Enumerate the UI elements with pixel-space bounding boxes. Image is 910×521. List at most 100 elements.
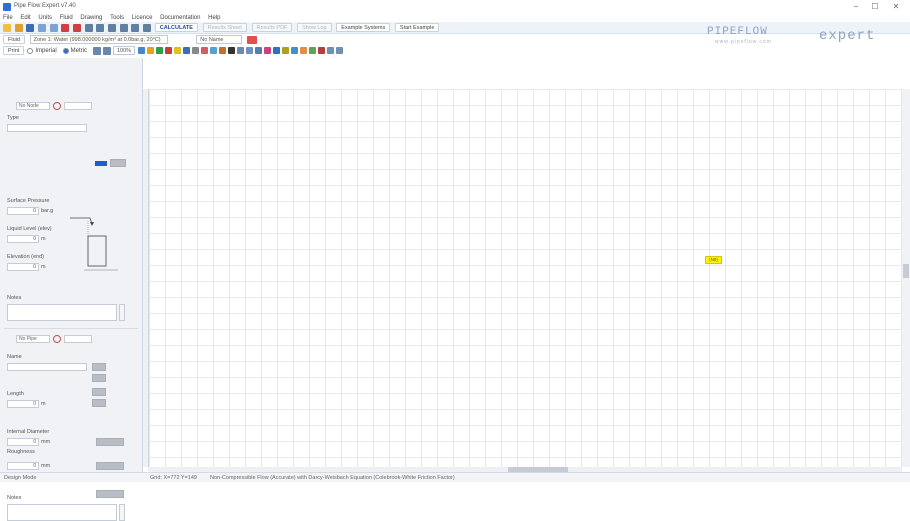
right-arrow-icon[interactable] [336,47,343,54]
export-icon[interactable] [143,23,152,32]
open-folder-icon[interactable] [14,23,23,32]
pipe-tool-icon[interactable] [147,47,154,54]
pipe-locate-icon[interactable] [53,335,61,343]
canvas-node[interactable]: (N6) [705,256,722,264]
image-icon[interactable] [246,47,253,54]
print-units-zoom-row: Print Imperial Metric 100% [3,46,345,56]
liquid-level-input[interactable]: 0 [7,235,39,243]
pipe-selector[interactable]: No Pipe [16,335,50,343]
node-notes-input[interactable] [7,304,117,321]
zoom-in-icon[interactable] [93,46,101,55]
pipe-name-input[interactable] [7,363,87,371]
node-selector[interactable]: No Node [16,102,50,110]
paste-icon[interactable] [96,23,105,32]
fluid-button[interactable]: Fluid [3,35,25,44]
results-pdf-button[interactable]: Results PDF [251,23,293,32]
surface-pressure-input[interactable]: 0 [7,207,39,215]
node-notes-scrollbar[interactable] [119,304,125,321]
metric-radio-icon[interactable] [62,47,69,54]
title-bar: Pipe Flow Expert v7.40 – ☐ ✕ [0,0,910,14]
node-id-field[interactable] [64,102,92,110]
delete-icon[interactable] [61,23,70,32]
roughness-input[interactable]: 0 [7,462,39,470]
color-icon[interactable] [264,47,271,54]
zoom-out-icon[interactable] [103,46,111,55]
pipe-notes-label: Notes [7,495,22,501]
results-sheet-button[interactable]: Results Sheet [202,23,247,32]
tank-diagram-icon [70,217,118,271]
fluid-zone-select[interactable]: Zone 1: Water (998.000000 kg/m³ at 0.0ba… [29,35,168,44]
length-label: Length [7,391,24,397]
maximize-button[interactable]: ☐ [868,2,882,12]
start-example-button[interactable]: Start Example [394,23,440,32]
copy-icon[interactable] [84,23,93,32]
pencil-icon[interactable] [201,47,208,54]
node-locate-icon[interactable] [53,102,61,110]
pipe-notes-scrollbar[interactable] [119,504,125,521]
save-icon[interactable] [26,23,35,32]
imperial-radio-icon[interactable] [27,47,34,54]
pipe-notes-input[interactable] [7,504,117,521]
show-log-button[interactable]: Show Log [297,23,332,32]
chart-icon[interactable] [291,47,298,54]
valve-tool-icon[interactable] [183,47,190,54]
elevation-input[interactable]: 0 [7,263,39,271]
fitting-tool-icon[interactable] [192,47,199,54]
vertical-scroll-thumb[interactable] [903,264,909,278]
pipe-option-button-1[interactable] [92,363,106,371]
rectangle-icon[interactable] [237,47,244,54]
example-systems-button[interactable]: Example Systems [336,23,391,32]
person-icon[interactable] [300,47,307,54]
print-button[interactable]: Print [3,46,25,55]
pipe-option-button-3[interactable] [92,388,106,396]
close-button[interactable]: ✕ [889,2,903,12]
internal-diameter-label: Internal Diameter [7,429,50,435]
align-icon[interactable] [255,47,262,54]
properties-sidebar: No Node Type Surface Pressure 0 bar.g Li… [0,58,143,521]
cross-icon[interactable] [318,47,325,54]
length-input[interactable]: 0 [7,400,39,408]
pump-tool-icon[interactable] [174,47,181,54]
report-icon[interactable] [131,23,140,32]
demand-icon[interactable] [219,47,226,54]
flow-icon[interactable] [273,47,280,54]
pipe-name-label: Name [7,354,22,360]
status-mode: Design Mode [4,475,37,481]
pipe-option-button-2[interactable] [92,374,106,382]
undo-icon[interactable] [38,23,47,32]
minimize-button[interactable]: – [849,2,863,12]
canvas-vertical-scrollbar[interactable] [902,89,910,467]
zoom-select[interactable]: 100% [113,46,135,55]
grid-icon[interactable] [108,23,117,32]
node-tool-icon[interactable] [156,47,163,54]
system-name-field[interactable]: No Name [196,35,243,44]
node-type-field[interactable] [7,124,87,132]
text-icon[interactable] [228,47,235,54]
tank-type-icon[interactable] [95,161,107,166]
sidebar-splitter[interactable] [143,89,148,467]
tank-tool-icon[interactable] [165,47,172,54]
left-arrow-icon[interactable] [327,47,334,54]
pipe-option-button-4[interactable] [92,399,106,407]
table-icon[interactable] [119,23,128,32]
pressure-icon[interactable] [282,47,289,54]
refresh-icon[interactable] [138,47,145,54]
pipe-size-button[interactable] [96,438,124,446]
redo-icon[interactable] [49,23,58,32]
pipe-fittings-button[interactable] [96,490,124,498]
flag-icon[interactable] [246,35,257,44]
component-icon[interactable] [210,47,217,54]
new-file-icon[interactable] [3,23,11,32]
material-button[interactable] [96,462,124,470]
calculate-button[interactable]: CALCULATE [154,23,198,32]
length-unit: m [41,401,46,407]
drawing-canvas[interactable]: (N6) [148,89,902,467]
pipe-id-field[interactable] [64,335,92,343]
imperial-label: Imperial [35,48,57,55]
internal-diameter-input[interactable]: 0 [7,438,39,446]
internal-diameter-unit: mm [41,439,51,445]
clear-icon[interactable] [73,23,82,32]
surface-pressure-label: Surface Pressure [7,198,50,204]
node-type-button[interactable] [110,159,126,167]
filter-icon[interactable] [309,47,316,54]
